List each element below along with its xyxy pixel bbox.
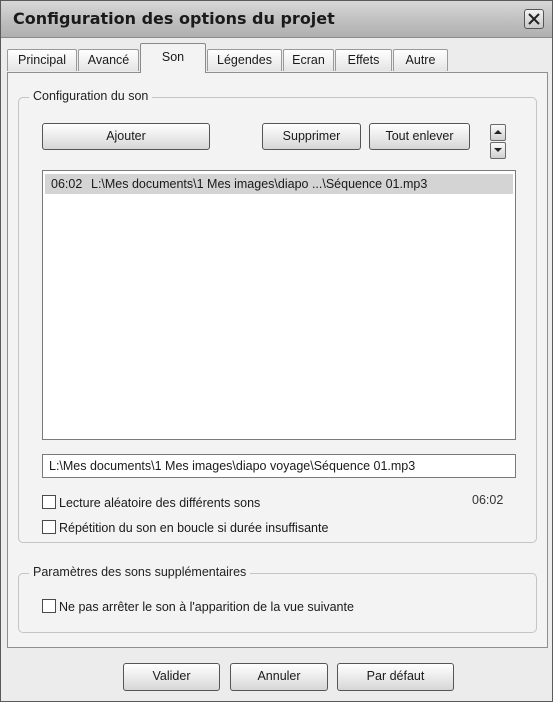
remove-all-button[interactable]: Tout enlever (369, 123, 470, 150)
tab-panel-son: Configuration du son Ajouter Supprimer T… (7, 72, 548, 648)
loop-checkbox[interactable] (42, 520, 56, 534)
dialog-window: Configuration des options du projet Prin… (0, 0, 553, 702)
list-item-duration: 06:02 (51, 177, 83, 191)
total-duration: 06:02 (472, 493, 504, 507)
tab-principal[interactable]: Principal (7, 49, 77, 71)
move-up-button[interactable] (490, 124, 506, 141)
no-stop-checkbox[interactable] (42, 599, 56, 613)
no-stop-label: Ne pas arrêter le son à l'apparition de … (59, 600, 354, 614)
window-title: Configuration des options du projet (13, 9, 335, 28)
title-bar: Configuration des options du projet (1, 1, 552, 38)
ok-button[interactable]: Valider (123, 663, 220, 691)
tab-son[interactable]: Son (140, 43, 206, 73)
button-bar: Valider Annuler Par défaut (1, 649, 552, 701)
tab-avance[interactable]: Avancé (78, 49, 139, 71)
sound-config-group-label: Configuration du son (29, 89, 153, 103)
list-item[interactable]: 06:02 L:\Mes documents\1 Mes images\diap… (45, 174, 513, 194)
move-down-button[interactable] (490, 142, 506, 159)
chevron-down-icon (494, 148, 502, 152)
close-icon (528, 13, 540, 25)
list-item-path: L:\Mes documents\1 Mes images\diapo ...\… (91, 177, 428, 191)
sound-list[interactable]: 06:02 L:\Mes documents\1 Mes images\diap… (42, 170, 516, 440)
cancel-button[interactable]: Annuler (230, 663, 328, 691)
tab-effets[interactable]: Effets (335, 49, 392, 71)
tab-legendes[interactable]: Légendes (207, 49, 282, 71)
delete-button[interactable]: Supprimer (262, 123, 361, 150)
order-spinner (490, 124, 506, 160)
loop-label: Répétition du son en boucle si durée ins… (59, 521, 329, 535)
tab-ecran[interactable]: Ecran (283, 49, 334, 71)
default-button[interactable]: Par défaut (337, 663, 454, 691)
add-button[interactable]: Ajouter (42, 123, 210, 150)
random-playback-checkbox[interactable] (42, 495, 56, 509)
chevron-up-icon (494, 130, 502, 134)
selected-path-field[interactable]: L:\Mes documents\1 Mes images\diapo voya… (42, 454, 516, 478)
tab-autre[interactable]: Autre (393, 49, 448, 71)
close-button[interactable] (524, 9, 544, 29)
extra-sounds-group-label: Paramètres des sons supplémentaires (29, 565, 251, 579)
random-playback-label: Lecture aléatoire des différents sons (59, 496, 261, 510)
